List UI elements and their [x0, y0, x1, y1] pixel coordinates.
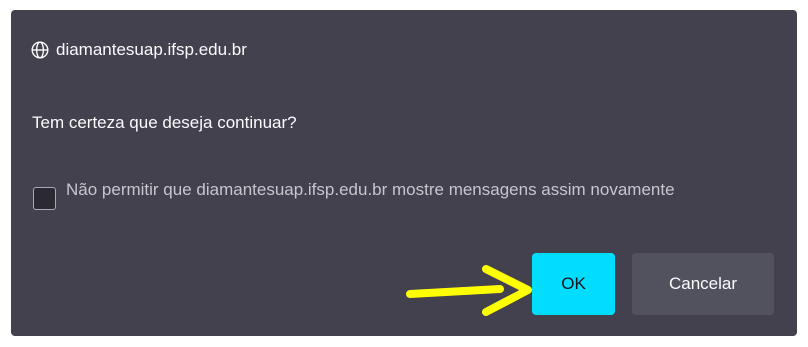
suppress-dialogs-option[interactable]: Não permitir que diamantesuap.ifsp.edu.b… — [33, 175, 756, 210]
suppress-dialogs-checkbox[interactable] — [33, 187, 56, 210]
globe-icon — [31, 41, 49, 59]
suppress-dialogs-label[interactable]: Não permitir que diamantesuap.ifsp.edu.b… — [66, 175, 756, 204]
dialog-origin: diamantesuap.ifsp.edu.br — [31, 38, 247, 62]
dialog-message: Tem certeza que deseja continuar? — [32, 113, 297, 132]
cancel-button[interactable]: Cancelar — [632, 253, 774, 315]
arrow-right-icon — [406, 265, 532, 316]
ok-button[interactable]: OK — [532, 253, 615, 315]
origin-text: diamantesuap.ifsp.edu.br — [56, 40, 247, 59]
